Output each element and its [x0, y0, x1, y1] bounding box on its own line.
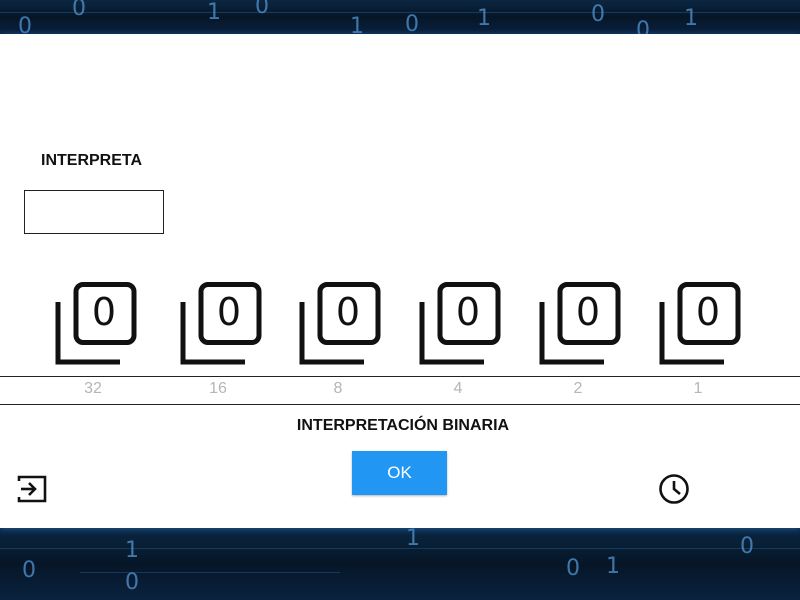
bg-digit: 1 [350, 14, 364, 34]
bit-digit: 0 [455, 290, 481, 334]
bg-digit: 0 [72, 0, 86, 21]
bg-digit: 0 [255, 0, 269, 19]
ok-button[interactable]: OK [352, 451, 447, 495]
bit-weight: 16 [209, 380, 227, 397]
bit-digit: 0 [575, 290, 601, 334]
binary-interpretation-title: INTERPRETACIÓN BINARIA [296, 417, 510, 434]
clock-icon-graphic [659, 474, 689, 504]
bg-digit: 0 [740, 534, 754, 559]
bg-digit: 1 [406, 528, 420, 551]
interpret-title: INTERPRETA [41, 152, 143, 169]
bg-digit: 0 [22, 558, 36, 583]
bg-digit: 1 [477, 6, 491, 31]
bit-card-4[interactable]: 0 [418, 282, 502, 366]
bg-digit: 0 [566, 556, 580, 581]
divider [0, 404, 800, 405]
bit-digit: 0 [695, 290, 721, 334]
answer-input[interactable] [24, 190, 164, 234]
background-top: 0 0 1 0 1 0 1 0 1 0 [0, 0, 800, 34]
bit-weight: 2 [573, 380, 583, 397]
bit-card-8[interactable]: 0 [298, 282, 382, 366]
bit-weight: 8 [333, 380, 343, 397]
bit-digit: 0 [91, 290, 117, 334]
bg-digit: 1 [125, 538, 139, 563]
game-panel: INTERPRETA 0 0 0 0 0 0 32 16 8 4 2 1 INT… [0, 34, 800, 528]
bg-digit: 0 [125, 570, 139, 595]
bit-card-1[interactable]: 0 [658, 282, 742, 366]
bg-digit: 1 [207, 0, 221, 25]
bit-weight: 32 [84, 380, 102, 397]
bit-card-2[interactable]: 0 [538, 282, 622, 366]
bit-weight: 4 [453, 380, 463, 397]
background-bottom: 1 0 1 0 0 1 0 [0, 528, 800, 600]
bit-weight: 1 [693, 380, 703, 397]
bg-digit: 1 [684, 6, 698, 31]
bg-digit: 1 [606, 554, 620, 579]
bg-digit: 0 [18, 14, 32, 34]
clock-icon[interactable] [658, 473, 690, 505]
bg-digit: 0 [591, 2, 605, 27]
exit-icon[interactable] [17, 473, 49, 505]
divider [0, 376, 800, 377]
exit-icon-graphic [17, 475, 47, 503]
bg-digit: 0 [636, 18, 650, 34]
bit-card-32[interactable]: 0 [54, 282, 138, 366]
bg-digit: 0 [405, 12, 419, 34]
bit-digit: 0 [216, 290, 242, 334]
bit-digit: 0 [335, 290, 361, 334]
bit-card-16[interactable]: 0 [179, 282, 263, 366]
